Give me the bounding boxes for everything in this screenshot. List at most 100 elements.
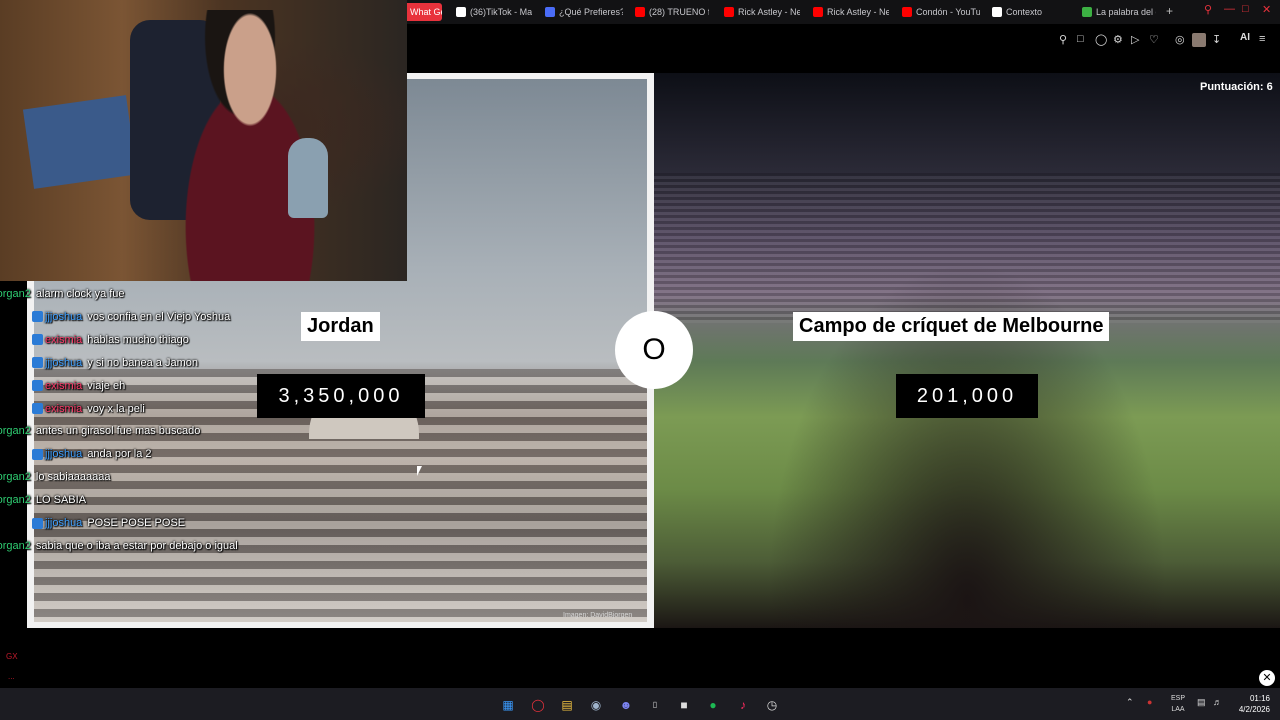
opera-gx-icon[interactable]: ◯ [530,697,546,713]
chat-message: jjjoshua vos confia en el Viejo Yoshua [32,308,230,326]
chat-text: POSE POSE POSE [87,517,186,529]
chevron-up-icon[interactable]: ⌃ [1126,697,1134,708]
tab-label: Rick Astley - Ne [738,7,800,17]
chat-message: jjjoshua anda por la 2 [32,445,152,463]
chat-username: incute_morgan2 [0,471,31,484]
chat-message: incute_morgan2 alarm clock ya fue [0,285,125,303]
chat-message: exismia voy x la peli [32,400,145,418]
clock-date: 4/2/2026 [1238,705,1270,714]
tiktok-icon [456,7,466,17]
overlay-close-button[interactable]: ✕ [1259,670,1275,686]
chat-message: exismia viaje eh [32,377,125,395]
chat-username: incute_morgan2 [0,494,31,507]
chat-username: exismia [45,402,83,415]
puzzle-icon[interactable]: ◎ [1175,33,1185,46]
tab-label: Rick Astley - Ne [827,7,889,17]
chat-username: jjjoshua [45,310,83,323]
tab-que-prefieres[interactable]: ¿Qué Prefieres? [545,3,623,21]
score-label: Puntuación: 6 [1200,81,1273,93]
left-option-value: 3,350,000 [257,374,425,418]
tab-label: ¿Qué Prefieres? [559,7,623,17]
keyboard-layout: LAA [1171,706,1185,713]
crop-icon[interactable]: □ [1077,33,1084,45]
chat-message: exismia hablas mucho thiago [32,331,189,349]
chat-username: incute_morgan2 [0,539,31,552]
chat-badge-icon [32,403,43,414]
tab-tiktok[interactable]: (36)TikTok - Ma [456,3,532,21]
volume-icon[interactable]: ♬ [1213,697,1222,707]
steam-icon[interactable]: ◉ [588,697,604,713]
youtube-icon [724,7,734,17]
maximize-icon[interactable]: □ [1242,3,1249,15]
chat-badge-icon [32,517,43,529]
windows-start-icon[interactable]: ▦ [500,697,516,713]
close-icon[interactable]: ✕ [1262,3,1271,16]
chat-text: sabia que o iba a estar por debajo o igu… [35,539,238,552]
tab-what-gets[interactable]: What Gets [404,3,442,21]
clock-time: 01:16 [1249,694,1270,703]
microphone [288,138,328,218]
avatar[interactable] [1192,33,1206,47]
heart-icon[interactable]: ♡ [1149,33,1159,46]
right-option-name: Campo de críquet de Melbourne [793,312,1110,341]
site-icon [545,7,555,17]
tab-condon[interactable]: Condón - YouTu [902,3,980,21]
chat-badge-icon [32,380,43,392]
tab-palabra-del-dia[interactable]: La palabra del d [1082,3,1156,21]
contexto-icon [992,7,1002,17]
minimize-icon[interactable]: — [1224,3,1235,15]
chat-username: jjjoshua [45,356,83,369]
tab-contexto[interactable]: Contexto [992,3,1070,21]
extensions-icon[interactable]: ⚙ [1113,33,1123,46]
chat-message: jjjoshua POSE POSE POSE [32,514,185,532]
chat-text: lo sabiaaaaaaa [35,471,111,484]
spotify-icon[interactable]: ● [705,697,721,713]
gx-logo: GX [6,652,18,661]
pin-icon[interactable]: ⚲ [1059,33,1067,46]
search-icon[interactable]: ⚲ [1204,3,1212,16]
image-credit: Imagen: DavidBjorgen [563,612,633,619]
chat-username: exismia [45,379,83,392]
chat-text: hablas mucho thiago [87,333,189,346]
clock-app-icon[interactable]: ◷ [764,697,780,713]
wall-poster [22,95,138,189]
right-option-value: 201,000 [896,374,1038,418]
chat-message: incute_morgan2 sabia que o iba a estar po… [0,537,238,555]
chat-username: incute_morgan2 [0,288,31,300]
tiktok-taskbar-icon[interactable]: ♪ [735,697,751,713]
mic-icon[interactable]: ● [1147,697,1152,707]
option-right-image[interactable] [654,73,1280,628]
or-divider: O [615,311,693,389]
tab-rick-astley-1[interactable]: Rick Astley - Ne [724,3,800,21]
chat-message: incute_morgan2 lo sabiaaaaaaa [0,468,111,486]
ai-button[interactable]: AI [1240,32,1250,43]
chat-username: jjjoshua [45,448,83,461]
chat-text: voy x la peli [87,402,145,415]
play-icon[interactable]: ▷ [1131,33,1139,46]
network-icon[interactable]: ▤ [1197,697,1206,708]
tab-rick-astley-2[interactable]: Rick Astley - Ne [813,3,889,21]
discord-icon[interactable]: ☻ [618,697,634,713]
chat-message: jjjoshua y si no banea a Jamon [32,354,198,372]
stadium-stands [654,173,1280,323]
site-icon [1082,7,1092,17]
tf-icon[interactable]: ■ [676,697,692,713]
new-tab-button[interactable]: + [1166,4,1173,18]
tab-label: (28) TRUENO ft [649,7,709,17]
system-clock[interactable]: 01:16 4/2/2026 [1226,693,1270,715]
download-icon[interactable]: ↧ [1212,33,1221,46]
language-indicator[interactable]: ESP LAA [1168,693,1188,715]
shield-icon[interactable]: ◯ [1095,33,1107,46]
webcam-overlay [0,0,407,281]
tab-trueno[interactable]: (28) TRUENO ft [635,3,709,21]
file-explorer-icon[interactable]: ▤ [559,697,575,713]
epic-games-icon[interactable]: ▯ [647,697,663,713]
chat-text: alarm clock ya fue [35,288,125,300]
tab-label: Condón - YouTu [916,7,980,17]
left-option-name: Jordan [301,312,380,341]
youtube-icon [902,7,912,17]
youtube-icon [635,7,645,17]
chat-text: LO SABIA [35,494,87,507]
menu-icon[interactable]: ≡ [1259,33,1265,45]
more-icon[interactable]: ... [8,672,15,681]
